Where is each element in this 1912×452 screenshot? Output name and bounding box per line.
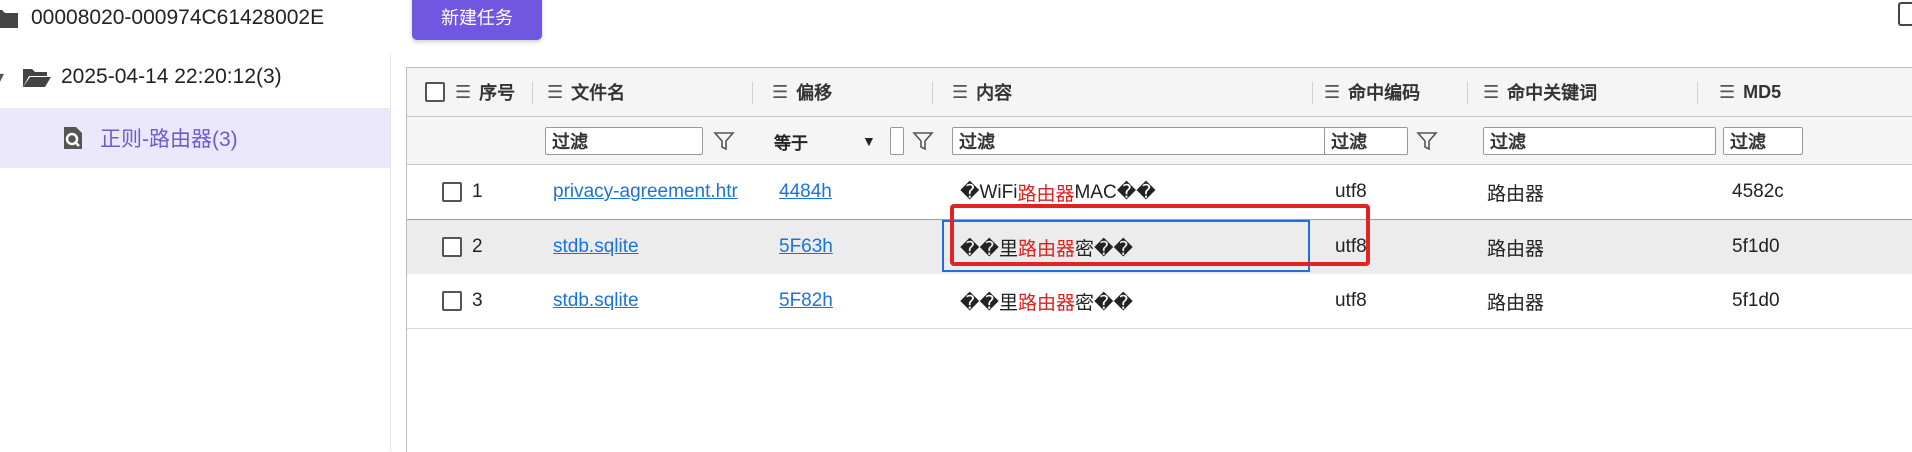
tree-item-device[interactable]: 00008020-000974C61428002E [0, 0, 324, 48]
column-header-content[interactable]: ☰ 内容 [952, 68, 1012, 116]
table-row[interactable]: 2 stdb.sqlite 5F63h ��里 路由器 密�� utf8 路由器 5… [407, 219, 1912, 275]
filter-icon[interactable] [1416, 130, 1438, 152]
column-header-keyword[interactable]: ☰ 命中关键词 [1483, 68, 1597, 116]
results-grid: ☰ 序号 ☰ 文件名 ☰ 偏移 ☰ 内容 ☰ 命中编码 ☰ 命中关键词 ☰ MD… [406, 67, 1912, 452]
table-row[interactable]: 3 stdb.sqlite 5F82h ��里 路由器 密�� utf8 路由器 5… [407, 274, 1912, 329]
offset-filter: 等于 ▼ [774, 126, 934, 156]
tree-item-label: 正则-路由器(3) [100, 128, 238, 151]
encoding-cell: utf8 [1335, 290, 1367, 311]
keyword-cell: 路由器 [1487, 292, 1545, 314]
content-filter: 过滤 [952, 126, 1368, 156]
folder-icon [0, 7, 19, 29]
grid-header: ☰ 序号 ☰ 文件名 ☰ 偏移 ☰ 内容 ☰ 命中编码 ☰ 命中关键词 ☰ MD… [407, 68, 1912, 117]
row-checkbox[interactable] [442, 237, 462, 257]
md5-cell: 5f1d0 [1732, 236, 1780, 257]
column-menu-icon[interactable]: ☰ [772, 82, 788, 103]
keyword-cell: 路由器 [1487, 183, 1545, 205]
filename-filter-input[interactable]: 过滤 [545, 127, 703, 155]
keyword-cell: 路由器 [1487, 238, 1545, 260]
offset-filter-input[interactable] [889, 127, 904, 155]
md5-filter-input[interactable]: 过滤 [1723, 127, 1803, 155]
select-all-checkbox[interactable] [425, 82, 445, 102]
filter-row: 过滤 等于 ▼ 过滤 过滤 过滤 过滤 [407, 117, 1912, 165]
column-menu-icon[interactable]: ☰ [952, 82, 968, 103]
content-cell[interactable]: ��里 路由器 密�� [960, 220, 1133, 274]
tree-item-regex[interactable]: 正则-路由器(3) [0, 108, 390, 168]
index-cell: 2 [442, 220, 483, 274]
table-row[interactable]: 1 privacy-agreement.htr 4484h �WiFi 路由器 MA… [407, 165, 1912, 220]
index-cell: 1 [442, 165, 483, 219]
offset-link[interactable]: 5F63h [779, 220, 833, 274]
toolbar-checkbox[interactable] [1898, 2, 1912, 26]
content-cell: �WiFi 路由器 MAC�� [960, 181, 1156, 205]
column-header-index[interactable]: ☰ 序号 [425, 68, 515, 116]
filename-link[interactable]: stdb.sqlite [553, 274, 639, 328]
encoding-filter: 过滤 [1324, 126, 1438, 156]
tree-item-label: 2025-04-14 22:20:12(3) [61, 65, 282, 88]
search-file-icon [60, 125, 86, 151]
column-menu-icon[interactable]: ☰ [1324, 82, 1340, 103]
dropdown-arrow-icon[interactable]: ▼ [862, 133, 876, 149]
content-filter-input[interactable]: 过滤 [952, 127, 1338, 155]
md5-cell: 5f1d0 [1732, 290, 1780, 311]
column-menu-icon[interactable]: ☰ [1483, 82, 1499, 103]
offset-operator-select[interactable]: 等于 [774, 129, 808, 154]
column-menu-icon[interactable]: ☰ [1719, 82, 1735, 103]
offset-link[interactable]: 5F82h [779, 274, 833, 328]
new-task-button[interactable]: 新建任务 [412, 0, 542, 40]
filename-link[interactable]: privacy-agreement.htr [553, 165, 743, 219]
row-checkbox[interactable] [442, 291, 462, 311]
filter-icon[interactable] [713, 130, 735, 152]
file-tree: 00008020-000974C61428002E ▾ 2025-04-14 2… [0, 0, 391, 451]
encoding-filter-input[interactable]: 过滤 [1324, 127, 1408, 155]
open-folder-icon [22, 66, 51, 88]
column-header-encoding[interactable]: ☰ 命中编码 [1324, 68, 1420, 116]
tree-item-date[interactable]: ▾ 2025-04-14 22:20:12(3) [0, 47, 282, 107]
column-header-filename[interactable]: ☰ 文件名 [547, 68, 625, 116]
column-header-md5[interactable]: ☰ MD5 [1719, 68, 1781, 116]
index-cell: 3 [442, 274, 483, 328]
keyword-filter: 过滤 [1483, 126, 1748, 156]
content-cell: ��里 路由器 密�� [960, 292, 1133, 314]
chevron-down-icon[interactable]: ▾ [0, 67, 8, 87]
encoding-cell: utf8 [1335, 236, 1367, 257]
filename-filter: 过滤 [545, 126, 735, 156]
md5-filter: 过滤 [1723, 126, 1803, 156]
column-header-offset[interactable]: ☰ 偏移 [772, 68, 832, 116]
tree-item-label: 00008020-000974C61428002E [31, 6, 325, 29]
row-checkbox[interactable] [442, 182, 462, 202]
filter-icon[interactable] [912, 130, 934, 152]
encoding-cell: utf8 [1335, 181, 1367, 202]
filename-link[interactable]: stdb.sqlite [553, 220, 639, 274]
toolbar: 新建任务 [390, 0, 1912, 54]
column-menu-icon[interactable]: ☰ [547, 82, 563, 103]
column-menu-icon[interactable]: ☰ [455, 82, 471, 103]
keyword-filter-input[interactable]: 过滤 [1483, 127, 1716, 155]
offset-link[interactable]: 4484h [779, 165, 832, 219]
md5-cell: 4582c [1732, 181, 1784, 202]
